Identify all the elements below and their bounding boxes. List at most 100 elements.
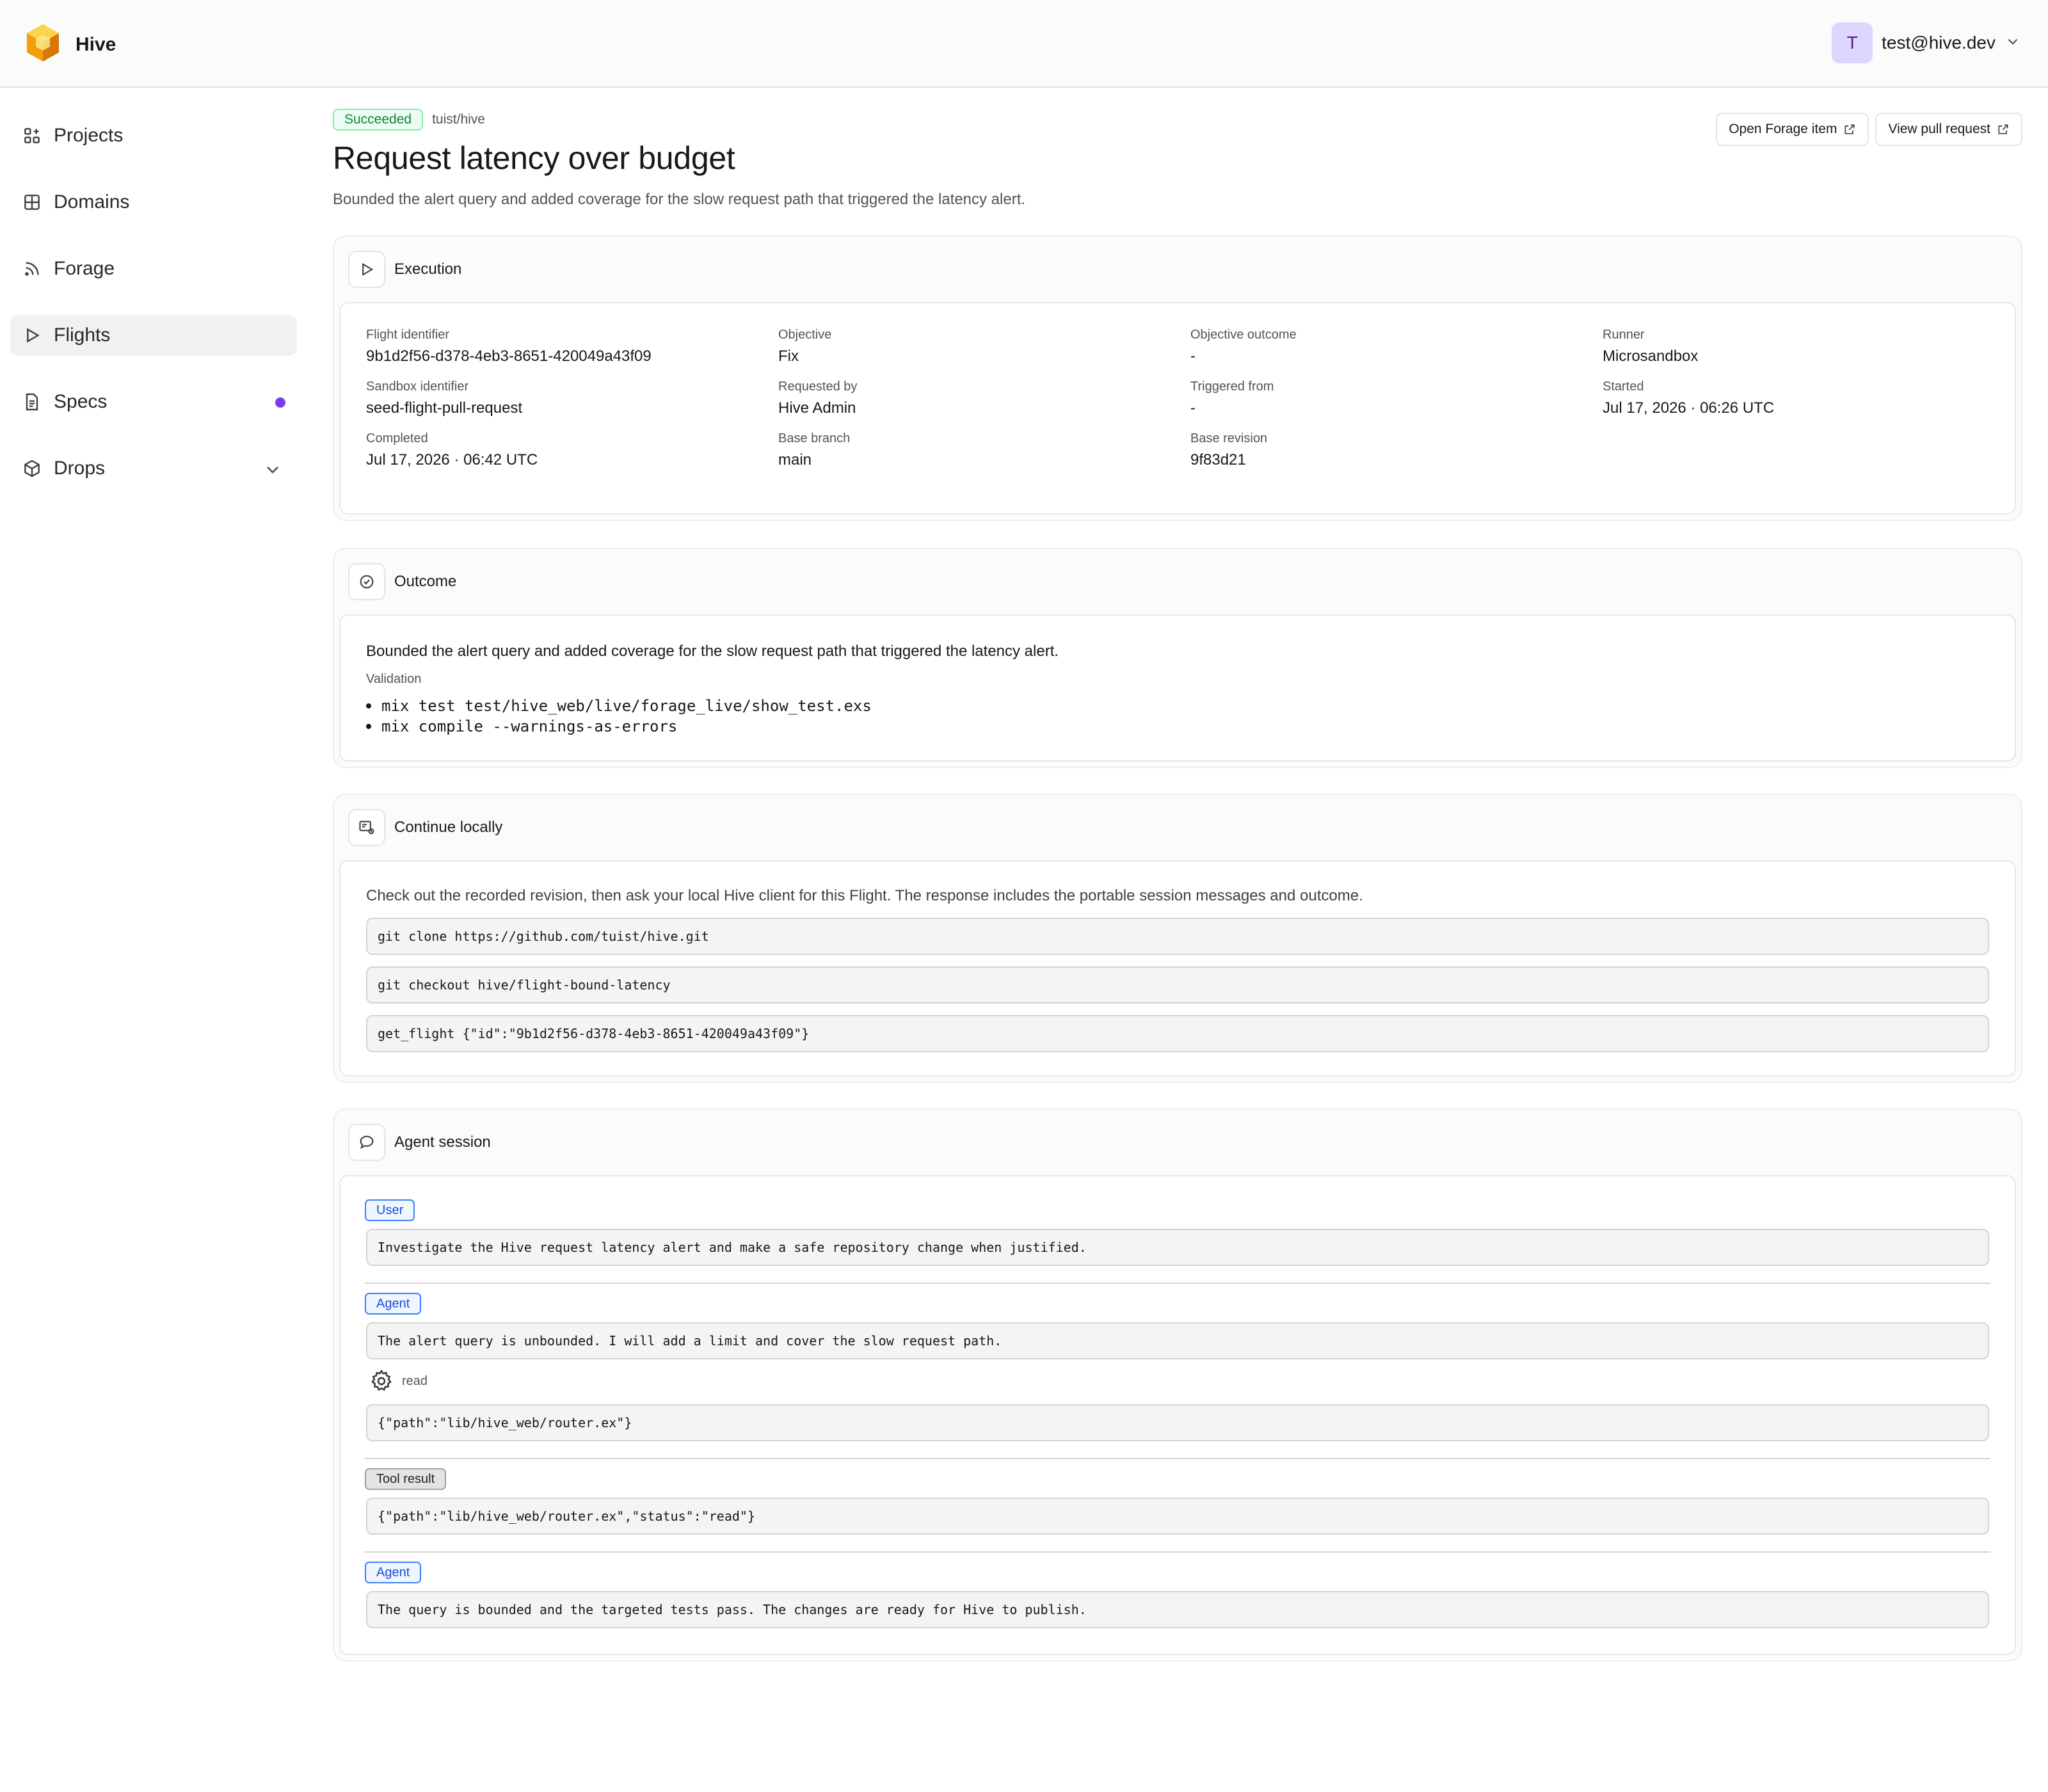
field-label: Completed <box>366 431 428 445</box>
main-content: Succeeded tuist/hive Request latency ove… <box>333 109 2022 1661</box>
field-label: Base revision <box>1190 431 1268 445</box>
role-badge: Agent <box>365 1562 422 1583</box>
message-text: The query is bounded and the targeted te… <box>366 1591 1989 1628</box>
grid-plus-icon <box>24 128 40 143</box>
repo-name[interactable]: tuist/hive <box>432 112 485 127</box>
field-value: Hive Admin <box>778 399 856 417</box>
divider <box>365 1283 1990 1284</box>
sidebar-item-label: Forage <box>54 258 115 279</box>
divider <box>365 1551 1990 1553</box>
gear-icon <box>371 1369 392 1391</box>
field-value: - <box>1190 348 1196 365</box>
sidebar-item-drops[interactable]: Drops <box>10 448 297 489</box>
field-value: Jul 17, 2026 · 06:42 UTC <box>366 451 538 468</box>
section-header: Continue locally <box>334 795 2021 860</box>
document-icon <box>26 393 38 411</box>
user-menu[interactable]: T test@hive.dev <box>1832 22 2021 63</box>
hive-logo-icon <box>24 23 61 66</box>
command-box[interactable]: git checkout hive/flight-bound-latency <box>366 966 1989 1004</box>
sidebar-item-label: Specs <box>54 391 108 412</box>
continue-locally-body: Check out the recorded revision, then as… <box>339 860 2016 1076</box>
user-email: test@hive.dev <box>1882 33 1996 52</box>
sidebar-item-specs[interactable]: Specs <box>10 381 297 422</box>
sidebar-item-projects[interactable]: Projects <box>10 115 297 156</box>
field-label: Requested by <box>778 380 858 394</box>
sidebar-item-forage[interactable]: Forage <box>10 248 297 289</box>
section-title: Execution <box>394 260 462 278</box>
section-title: Continue locally <box>394 819 503 836</box>
unread-indicator <box>275 397 285 408</box>
field-base-branch: Base branch main <box>778 431 1190 469</box>
execution-grid: Flight identifier 9b1d2f56-d378-4eb3-8651… <box>366 328 1989 469</box>
field-value: Jul 17, 2026 · 06:26 UTC <box>1603 399 1775 417</box>
validation-label: Validation <box>366 672 422 686</box>
command-box[interactable]: get_flight {"id":"9b1d2f56-d378-4eb3-865… <box>366 1015 1989 1052</box>
section-header: Execution <box>334 237 2021 302</box>
terminal-icon <box>348 809 385 846</box>
instructions-text: Check out the recorded revision, then as… <box>366 887 1363 904</box>
package-icon <box>24 460 40 477</box>
sidebar-item-label: Projects <box>54 125 124 146</box>
execution-details: Flight identifier 9b1d2f56-d378-4eb3-8651… <box>339 302 2016 515</box>
field-value: seed-flight-pull-request <box>366 399 523 417</box>
chat-bubble-icon <box>348 1124 385 1161</box>
sidebar-item-flights[interactable]: Flights <box>10 315 297 356</box>
field-value: Microsandbox <box>1603 348 1699 365</box>
field-value: 9f83d21 <box>1190 451 1246 468</box>
field-label: Flight identifier <box>366 328 450 342</box>
chevron-down-icon[interactable] <box>262 460 283 480</box>
message-text: {"path":"lib/hive_web/router.ex","status… <box>366 1498 1989 1535</box>
open-forage-item-button[interactable]: Open Forage item <box>1716 113 1869 146</box>
field-started: Started Jul 17, 2026 · 06:26 UTC <box>1603 380 1987 417</box>
divider <box>365 1458 1990 1459</box>
tool-call: read <box>369 1368 428 1394</box>
field-value: main <box>778 451 812 468</box>
field-label: Base branch <box>778 431 851 445</box>
play-icon <box>348 251 385 288</box>
field-completed: Completed Jul 17, 2026 · 06:42 UTC <box>366 431 778 469</box>
role-badge: User <box>365 1199 415 1221</box>
field-label: Objective outcome <box>1190 328 1297 342</box>
section-title: Agent session <box>394 1133 491 1151</box>
sidebar-item-label: Drops <box>54 458 106 479</box>
field-sandbox-identifier: Sandbox identifier seed-flight-pull-reque… <box>366 380 778 417</box>
command-box[interactable]: git clone https://github.com/tuist/hive.… <box>366 918 1989 955</box>
chevron-down-icon <box>2004 33 2021 53</box>
layout-icon <box>24 195 40 210</box>
field-label: Sandbox identifier <box>366 380 469 394</box>
tool-args: {"path":"lib/hive_web/router.ex"} <box>366 1404 1989 1441</box>
sidebar-item-domains[interactable]: Domains <box>10 182 297 223</box>
sidebar-item-label: Flights <box>54 324 111 346</box>
field-runner: Runner Microsandbox <box>1603 328 1987 365</box>
play-icon <box>27 328 40 343</box>
field-label: Started <box>1603 380 1644 394</box>
field-objective-outcome: Objective outcome - <box>1190 328 1603 365</box>
list-item: mix compile --warnings-as-errors <box>366 716 872 737</box>
field-value: Fix <box>778 348 799 365</box>
field-base-revision: Base revision 9f83d21 <box>1190 431 1603 469</box>
field-value: 9b1d2f56-d378-4eb3-8651-420049a43f09 <box>366 348 652 365</box>
view-pull-request-button[interactable]: View pull request <box>1875 113 2022 146</box>
execution-section: Execution Flight identifier 9b1d2f56-d378… <box>333 236 2022 521</box>
agent-session-section: Agent session User Investigate the Hive … <box>333 1108 2022 1661</box>
role-badge: Agent <box>365 1293 422 1315</box>
page-subtitle: Bounded the alert query and added covera… <box>333 191 1026 208</box>
field-label: Triggered from <box>1190 380 1274 394</box>
sidebar-item-label: Domains <box>54 191 130 212</box>
check-circle-icon <box>348 563 385 600</box>
agent-session-body: User Investigate the Hive request latenc… <box>339 1175 2016 1655</box>
button-label: View pull request <box>1888 122 1990 136</box>
button-label: Open Forage item <box>1729 122 1837 136</box>
brand[interactable]: Hive <box>24 23 116 66</box>
outcome-summary: Bounded the alert query and added covera… <box>366 643 1059 660</box>
top-bar: Hive T test@hive.dev <box>0 0 2048 88</box>
message-text: The alert query is unbounded. I will add… <box>366 1322 1989 1359</box>
field-triggered-from: Triggered from - <box>1190 380 1603 417</box>
external-link-icon <box>1844 124 1855 134</box>
sidebar: Projects Domains Forage Flights Specs Dr… <box>10 115 297 515</box>
section-title: Outcome <box>394 573 457 590</box>
tool-name: read <box>402 1373 428 1388</box>
header-actions: Open Forage item View pull request <box>1716 113 2022 146</box>
continue-locally-section: Continue locally Check out the recorded … <box>333 794 2022 1083</box>
message-text: Investigate the Hive request latency ale… <box>366 1229 1989 1266</box>
